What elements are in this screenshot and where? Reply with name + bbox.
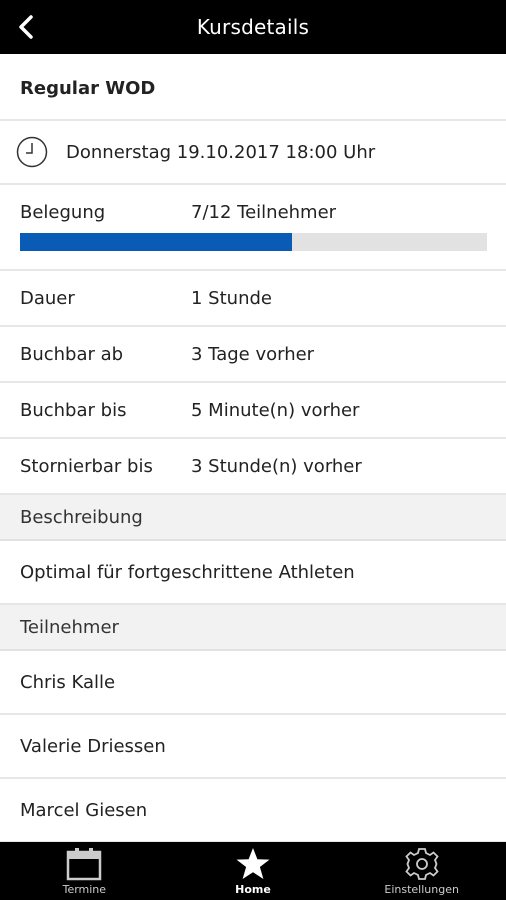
description-section-header: Beschreibung bbox=[0, 495, 506, 541]
bottom-tab-bar: Termine Home Einstellungen bbox=[0, 842, 506, 900]
occupancy-progress-bar bbox=[20, 233, 487, 251]
participant-item[interactable]: Valerie Driessen bbox=[0, 715, 506, 779]
course-details: Regular WOD Donnerstag 19.10.2017 18:00 … bbox=[0, 54, 506, 842]
occupancy-row: Belegung 7/12 Teilnehmer bbox=[0, 185, 506, 271]
tab-einstellungen[interactable]: Einstellungen bbox=[337, 842, 506, 900]
participant-item[interactable]: Marcel Giesen bbox=[0, 779, 506, 842]
detail-value: 5 Minute(n) vorher bbox=[191, 399, 360, 421]
tab-label: Termine bbox=[62, 883, 107, 896]
course-datetime: Donnerstag 19.10.2017 18:00 Uhr bbox=[66, 141, 376, 163]
top-bar: Kursdetails bbox=[0, 0, 506, 54]
occupancy-value: 7/12 Teilnehmer bbox=[191, 202, 337, 223]
occupancy-progress-fill bbox=[20, 233, 293, 251]
participant-item[interactable]: Chris Kalle bbox=[0, 651, 506, 715]
tab-label: Home bbox=[235, 883, 271, 896]
tab-label: Einstellungen bbox=[384, 883, 459, 896]
back-button[interactable] bbox=[6, 0, 46, 54]
participants-section-header: Teilnehmer bbox=[0, 605, 506, 651]
detail-label: Buchbar ab bbox=[20, 343, 124, 365]
description-text: Optimal für fortgeschrittene Athleten bbox=[0, 541, 506, 605]
clock-icon bbox=[16, 136, 48, 168]
gear-icon bbox=[404, 848, 439, 880]
occupancy-label: Belegung bbox=[20, 202, 106, 223]
course-datetime-row: Donnerstag 19.10.2017 18:00 Uhr bbox=[0, 121, 506, 185]
detail-row-cancellable-until: Stornierbar bis 3 Stunde(n) vorher bbox=[0, 439, 506, 495]
detail-value: 3 Stunde(n) vorher bbox=[191, 455, 362, 477]
course-name: Regular WOD bbox=[0, 54, 506, 121]
detail-row-duration: Dauer 1 Stunde bbox=[0, 271, 506, 327]
detail-row-bookable-until: Buchbar bis 5 Minute(n) vorher bbox=[0, 383, 506, 439]
detail-label: Buchbar bis bbox=[20, 399, 127, 421]
detail-label: Stornierbar bis bbox=[20, 455, 153, 477]
chevron-left-icon bbox=[19, 15, 33, 39]
calendar-icon bbox=[67, 848, 102, 881]
tab-termine[interactable]: Termine bbox=[0, 842, 169, 900]
detail-label: Dauer bbox=[20, 287, 75, 309]
tab-home[interactable]: Home bbox=[169, 842, 338, 900]
star-icon bbox=[236, 848, 270, 879]
page-title: Kursdetails bbox=[196, 15, 310, 39]
detail-value: 1 Stunde bbox=[191, 287, 272, 309]
detail-row-bookable-from: Buchbar ab 3 Tage vorher bbox=[0, 327, 506, 383]
detail-value: 3 Tage vorher bbox=[191, 343, 315, 365]
